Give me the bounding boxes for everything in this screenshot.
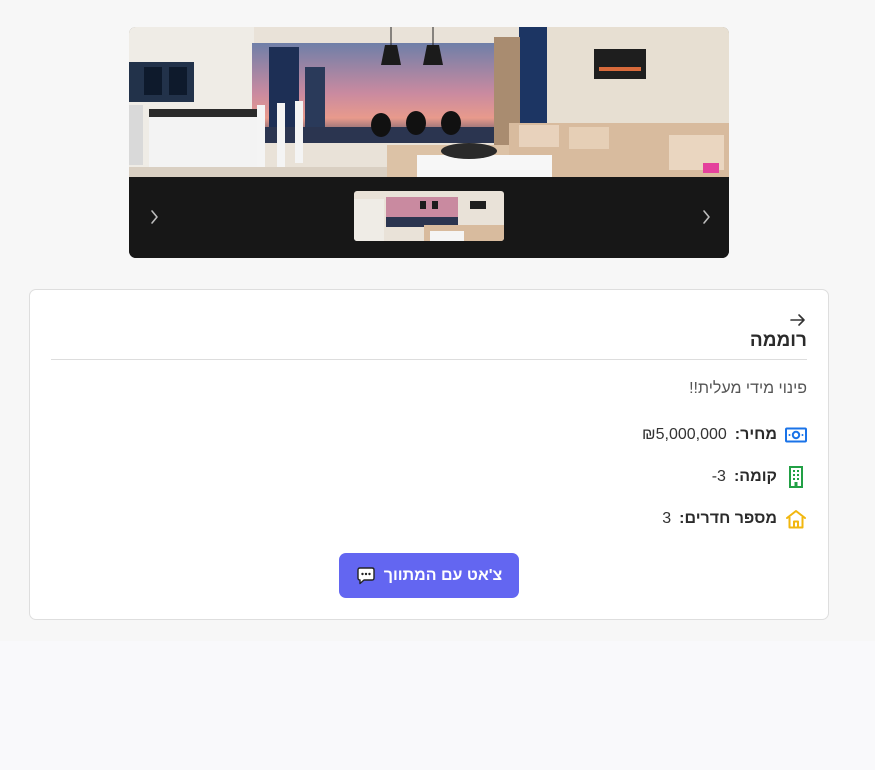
building-icon bbox=[785, 466, 807, 488]
rooms-row: מספר חדרים: 3 bbox=[662, 508, 807, 530]
chat-with-agent-button[interactable]: צ'אט עם המתווך bbox=[339, 553, 519, 598]
gallery-prev-button[interactable] bbox=[139, 204, 169, 230]
listing-title: רוממה bbox=[749, 330, 807, 351]
back-button[interactable] bbox=[788, 310, 808, 330]
page: רוממה פינוי מידי מעלית!! מחיר: ₪5,000,00… bbox=[0, 0, 875, 641]
floor-label: קומה: bbox=[733, 468, 777, 485]
price-value: ₪5,000,000 bbox=[642, 426, 727, 443]
title-divider bbox=[51, 359, 807, 360]
home-icon bbox=[785, 508, 807, 530]
rooms-label: מספר חדרים: bbox=[679, 510, 777, 527]
cash-icon bbox=[785, 424, 807, 446]
thumbnail-strip bbox=[129, 177, 729, 258]
price-label: מחיר: bbox=[734, 426, 777, 443]
arrow-right-icon bbox=[790, 314, 805, 326]
gallery-thumbnail[interactable] bbox=[354, 191, 504, 241]
image-gallery bbox=[129, 27, 729, 258]
main-photo[interactable] bbox=[129, 27, 729, 177]
floor-row: קומה: -3 bbox=[712, 466, 807, 488]
chevron-right-icon bbox=[703, 210, 710, 224]
gallery-next-button[interactable] bbox=[691, 204, 721, 230]
chat-bubble-icon bbox=[357, 566, 375, 584]
floor-value: -3 bbox=[711, 468, 726, 485]
rooms-value: 3 bbox=[662, 510, 672, 527]
listing-description: פינוי מידי מעלית!! bbox=[689, 380, 807, 397]
price-row: מחיר: ₪5,000,000 bbox=[642, 424, 807, 446]
listing-card: רוממה פינוי מידי מעלית!! מחיר: ₪5,000,00… bbox=[29, 289, 829, 620]
chevron-left-icon bbox=[151, 210, 158, 224]
chat-button-label: צ'אט עם המתווך bbox=[383, 566, 503, 584]
